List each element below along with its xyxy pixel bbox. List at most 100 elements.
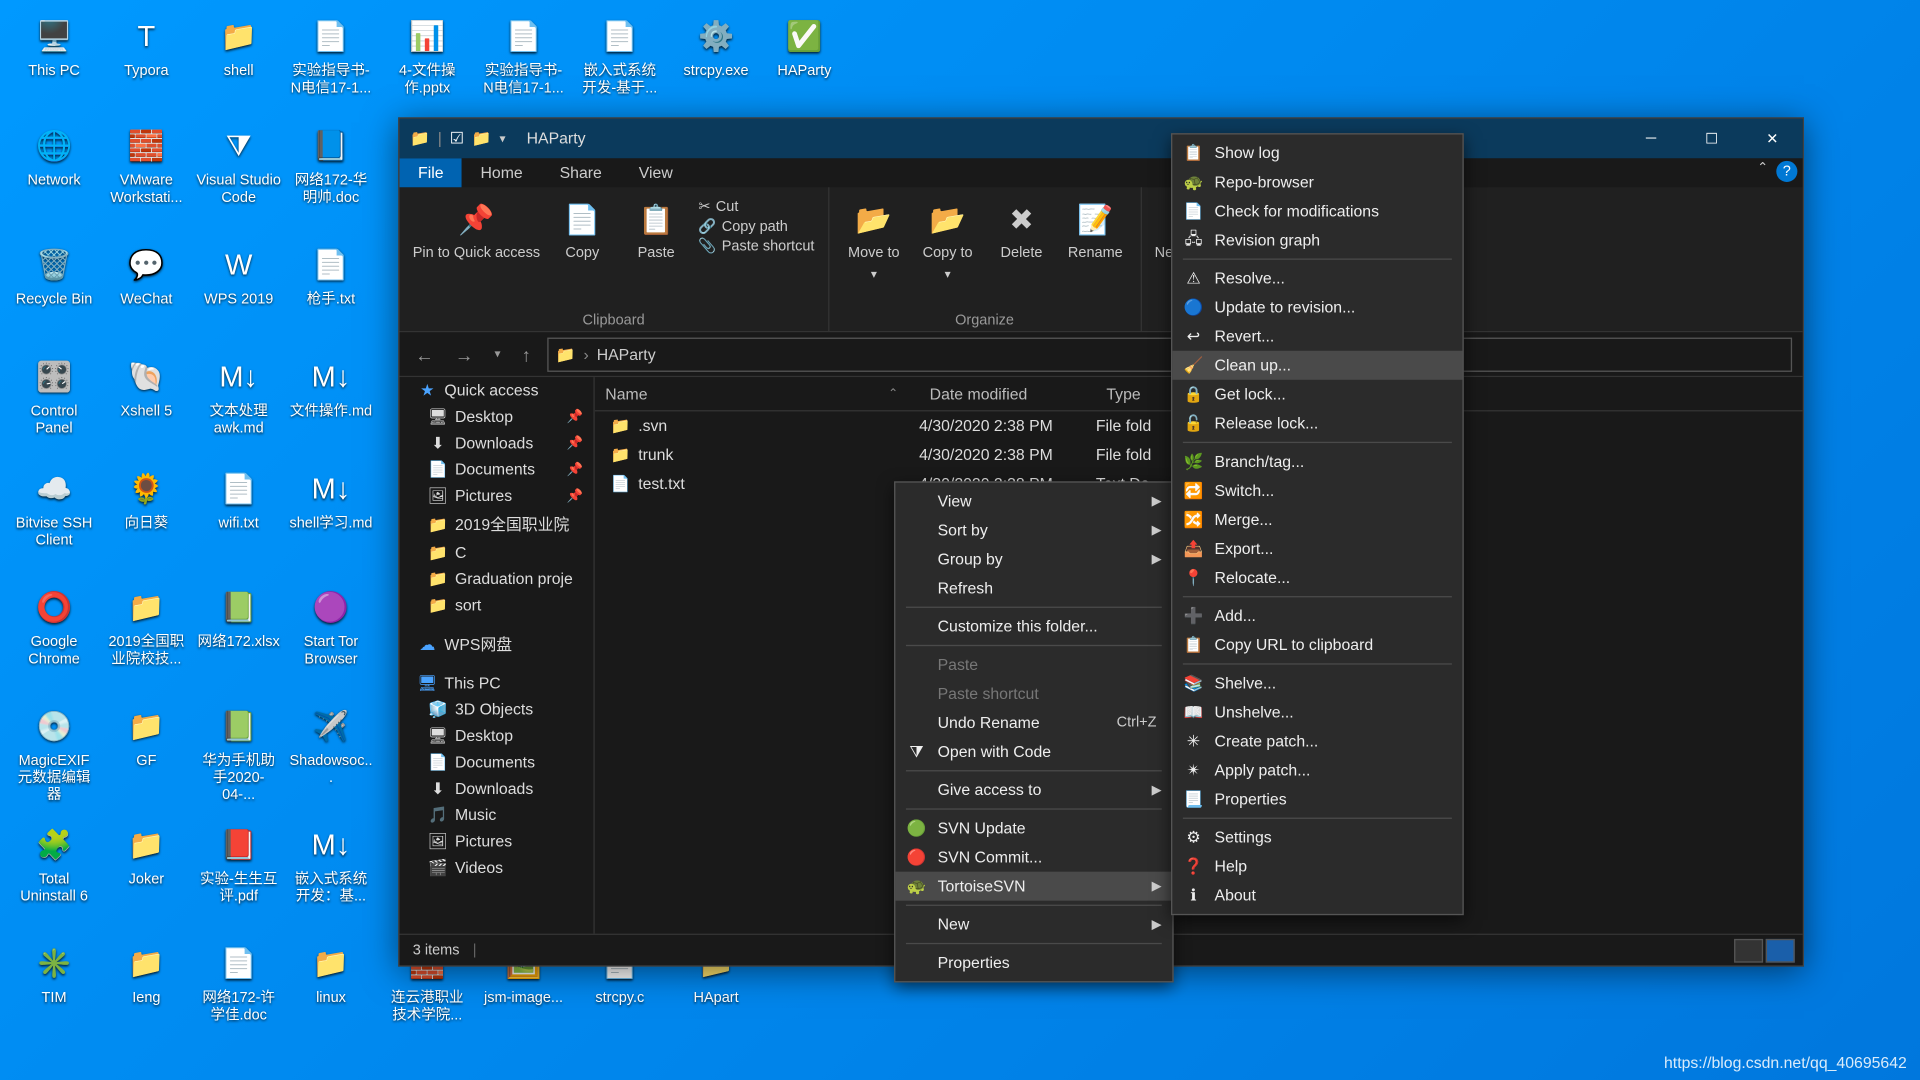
- desktop-icon[interactable]: 📗华为手机助手2020-04-...: [194, 706, 284, 805]
- rename-button[interactable]: 📝Rename: [1064, 193, 1127, 262]
- menu-item[interactable]: 🟢SVN Update: [895, 814, 1172, 843]
- desktop-icon[interactable]: 🌻向日葵: [102, 468, 192, 533]
- menu-item[interactable]: 📚Shelve...: [1172, 669, 1462, 698]
- menu-item[interactable]: ❓Help: [1172, 852, 1462, 881]
- menu-item[interactable]: 🔀Merge...: [1172, 505, 1462, 534]
- menu-item[interactable]: New▶: [895, 910, 1172, 939]
- back-button[interactable]: ←: [410, 338, 439, 370]
- desktop-icon[interactable]: 💿MagicEXIF 元数据编辑器: [9, 706, 99, 805]
- breadcrumb-segment[interactable]: HAParty: [597, 345, 656, 363]
- nav-this-pc[interactable]: 🖥This PC: [400, 670, 594, 696]
- menu-item[interactable]: ⚙Settings: [1172, 823, 1462, 852]
- tab-share[interactable]: Share: [541, 158, 620, 187]
- desktop-icon[interactable]: 📗网络172.xlsx: [194, 587, 284, 652]
- desktop-icon[interactable]: 📄wifi.txt: [194, 468, 284, 533]
- menu-item[interactable]: Properties: [895, 948, 1172, 977]
- col-date[interactable]: Date modified: [919, 384, 1096, 402]
- menu-item[interactable]: 📍Relocate...: [1172, 563, 1462, 592]
- tab-home[interactable]: Home: [462, 158, 541, 187]
- desktop-icon[interactable]: 🟣Start Tor Browser: [286, 587, 376, 669]
- menu-item[interactable]: 📖Unshelve...: [1172, 698, 1462, 727]
- nav-item[interactable]: 📁Graduation proje: [400, 566, 594, 592]
- menu-item[interactable]: Refresh: [895, 574, 1172, 603]
- desktop-icon[interactable]: 📁GF: [102, 706, 192, 771]
- menu-item[interactable]: 🐢Repo-browser: [1172, 167, 1462, 196]
- desktop-icon[interactable]: 🎛️Control Panel: [9, 356, 99, 438]
- desktop-icon[interactable]: 📄枪手.txt: [286, 244, 376, 309]
- desktop-icon[interactable]: 📄实验指导书-N电信17-1...: [286, 16, 376, 98]
- copy-button[interactable]: 📄Copy: [551, 193, 614, 262]
- desktop-icon[interactable]: M↓shell学习.md: [286, 468, 376, 533]
- copy-path-button[interactable]: 🔗Copy path: [698, 218, 814, 235]
- desktop-icon[interactable]: 📁linux: [286, 943, 376, 1008]
- desktop-icon[interactable]: 📁2019全国职业院校技...: [102, 587, 192, 669]
- menu-item[interactable]: 📋Copy URL to clipboard: [1172, 630, 1462, 659]
- menu-item[interactable]: ↩Revert...: [1172, 322, 1462, 351]
- desktop-icon[interactable]: 📁shell: [194, 16, 284, 81]
- desktop-icon[interactable]: ⧩Visual Studio Code: [194, 125, 284, 207]
- desktop-icon[interactable]: 📁Ieng: [102, 943, 192, 1008]
- nav-item[interactable]: 🎵Music: [400, 802, 594, 828]
- desktop-icon[interactable]: TTypora: [102, 16, 192, 81]
- desktop-icon[interactable]: ⭕Google Chrome: [9, 587, 99, 669]
- nav-item[interactable]: ⬇Downloads📌: [400, 430, 594, 456]
- qat-dropdown-icon[interactable]: ▾: [500, 131, 506, 146]
- desktop-icon[interactable]: 📄网络172-许学佳.doc: [194, 943, 284, 1025]
- delete-button[interactable]: ✖Delete: [990, 193, 1053, 262]
- menu-item[interactable]: 🔵Update to revision...: [1172, 293, 1462, 322]
- menu-item[interactable]: View▶: [895, 487, 1172, 516]
- nav-item[interactable]: 📁C: [400, 539, 594, 565]
- menu-item[interactable]: Group by▶: [895, 545, 1172, 574]
- desktop-icon[interactable]: WWPS 2019: [194, 244, 284, 309]
- recent-dropdown[interactable]: ▾: [489, 342, 506, 367]
- desktop-icon[interactable]: 🖥️This PC: [9, 16, 99, 81]
- up-button[interactable]: ↑: [516, 338, 536, 370]
- desktop-icon[interactable]: M↓文本处理awk.md: [194, 356, 284, 438]
- desktop-icon[interactable]: 🐚Xshell 5: [102, 356, 192, 421]
- desktop-icon[interactable]: 📊4-文件操作.pptx: [382, 16, 472, 98]
- nav-item[interactable]: 📄Documents: [400, 749, 594, 775]
- desktop-icon[interactable]: ☁️Bitvise SSH Client: [9, 468, 99, 550]
- paste-button[interactable]: 📋Paste: [625, 193, 688, 262]
- cut-button[interactable]: ✂Cut: [698, 198, 814, 215]
- menu-item[interactable]: ✴Apply patch...: [1172, 756, 1462, 785]
- menu-item[interactable]: ⧩Open with Code: [895, 737, 1172, 766]
- menu-item[interactable]: Sort by▶: [895, 516, 1172, 545]
- tab-file[interactable]: File: [400, 158, 462, 187]
- desktop-icon[interactable]: 🗑️Recycle Bin: [9, 244, 99, 309]
- ribbon-collapse-icon[interactable]: ⌃: [1757, 161, 1768, 176]
- desktop-icon[interactable]: 💬WeChat: [102, 244, 192, 309]
- menu-item[interactable]: 🌿Branch/tag...: [1172, 447, 1462, 476]
- desktop-icon[interactable]: 📕实验-生生互评.pdf: [194, 824, 284, 906]
- menu-item[interactable]: Paste shortcut: [895, 679, 1172, 708]
- menu-item[interactable]: Undo RenameCtrl+Z: [895, 708, 1172, 737]
- menu-item[interactable]: ℹAbout: [1172, 881, 1462, 910]
- qat-check-icon[interactable]: ☑: [450, 129, 464, 147]
- desktop-icon[interactable]: M↓文件操作.md: [286, 356, 376, 421]
- menu-item[interactable]: Paste: [895, 650, 1172, 679]
- menu-item[interactable]: 🔒Get lock...: [1172, 380, 1462, 409]
- desktop-icon[interactable]: M↓嵌入式系统开发：基...: [286, 824, 376, 906]
- minimize-button[interactable]: ─: [1621, 119, 1682, 159]
- desktop-icon[interactable]: 📁Joker: [102, 824, 192, 889]
- menu-item[interactable]: 📄Check for modifications: [1172, 196, 1462, 225]
- view-large-button[interactable]: [1766, 938, 1795, 962]
- forward-button[interactable]: →: [450, 338, 479, 370]
- nav-item[interactable]: 🖼Pictures📌: [400, 483, 594, 509]
- menu-item[interactable]: ✳Create patch...: [1172, 727, 1462, 756]
- desktop-icon[interactable]: 📘网络172-华明帅.doc: [286, 125, 376, 207]
- menu-item[interactable]: 📋Show log: [1172, 138, 1462, 167]
- desktop-icon[interactable]: ✅HAParty: [760, 16, 850, 81]
- close-button[interactable]: ✕: [1742, 119, 1803, 159]
- tab-view[interactable]: View: [620, 158, 691, 187]
- menu-item[interactable]: 📃Properties: [1172, 785, 1462, 814]
- menu-item[interactable]: ➕Add...: [1172, 601, 1462, 630]
- menu-item[interactable]: ⚠Resolve...: [1172, 264, 1462, 293]
- menu-item[interactable]: 🐢TortoiseSVN▶: [895, 872, 1172, 901]
- desktop-icon[interactable]: 📄实验指导书-N电信17-1...: [479, 16, 569, 98]
- desktop-icon[interactable]: ✳️TIM: [9, 943, 99, 1008]
- menu-item[interactable]: Give access to▶: [895, 775, 1172, 804]
- nav-item[interactable]: 🎬Videos: [400, 855, 594, 881]
- maximize-button[interactable]: ☐: [1681, 119, 1742, 159]
- desktop-icon[interactable]: 🌐Network: [9, 125, 99, 190]
